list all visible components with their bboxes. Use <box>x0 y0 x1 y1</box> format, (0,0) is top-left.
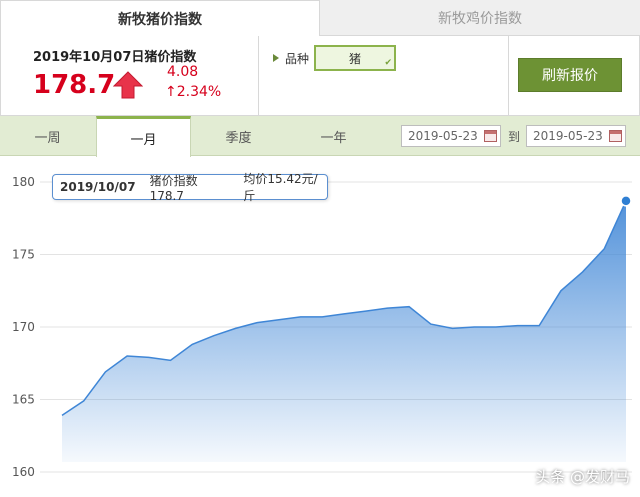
tooltip-index: 猪价指数178.7 <box>149 173 198 203</box>
date-range-separator: 到 <box>508 130 521 144</box>
end-date-input[interactable]: 2019-05-23 <box>526 125 626 147</box>
y-tick-label: 180 <box>12 175 35 189</box>
end-date-value: 2019-05-23 <box>533 129 603 143</box>
triangle-right-icon <box>273 54 279 62</box>
index-value: 178.7 <box>33 70 116 100</box>
calendar-icon[interactable] <box>609 130 622 142</box>
calendar-icon[interactable] <box>484 130 497 142</box>
variety-selector: 品种 猪 ✔ <box>259 36 509 115</box>
tab-pig-price-index[interactable]: 新牧猪价指数 <box>0 0 320 36</box>
change-percent: ↑2.34% <box>165 84 222 100</box>
refresh-price-button[interactable]: 刷新报价 <box>518 58 622 92</box>
tab-chicken-price-index[interactable]: 新牧鸡价指数 <box>320 0 640 36</box>
watermark: 头条 @发财马 <box>535 468 630 486</box>
period-tabs: 一周 一月 季度 一年 2019-05-23 2019-05-23 <box>0 116 640 157</box>
tooltip-average-price: 均价15.42元/斤 <box>243 172 318 203</box>
refresh-cell: 刷新报价 <box>509 36 640 115</box>
info-panel: 2019年10月07日猪价指数 178.7 4.08 ↑2.34% 品种 猪 ✔… <box>0 36 640 116</box>
y-tick-label: 170 <box>12 320 35 334</box>
change-absolute: 4.08 <box>167 64 199 80</box>
tab-one-year[interactable]: 一年 <box>286 116 381 156</box>
y-tick-label: 165 <box>12 393 35 407</box>
variety-label: 品种 <box>285 52 310 66</box>
price-chart: 180 175 170 165 160 <box>0 157 640 497</box>
area-fill <box>62 200 626 462</box>
variety-selected-value: 猪 <box>348 51 361 66</box>
price-chart-svg: 180 175 170 165 160 <box>12 175 632 479</box>
up-arrow-icon <box>113 71 143 99</box>
index-date-label: 2019年10月07日猪价指数 <box>33 50 197 65</box>
y-tick-label: 175 <box>12 248 35 262</box>
check-icon: ✔ <box>384 58 392 68</box>
tab-one-week[interactable]: 一周 <box>0 116 95 156</box>
variety-option-pig[interactable]: 猪 ✔ <box>314 45 396 71</box>
start-date-input[interactable]: 2019-05-23 <box>401 125 501 147</box>
start-date-value: 2019-05-23 <box>408 129 478 143</box>
price-summary: 2019年10月07日猪价指数 178.7 4.08 ↑2.34% <box>1 36 259 115</box>
tab-quarter[interactable]: 季度 <box>191 116 286 156</box>
index-tabs: 新牧猪价指数 新牧鸡价指数 <box>0 0 640 36</box>
chart-tooltip: 2019/10/07 猪价指数178.7 均价15.42元/斤 <box>52 172 328 203</box>
tab-one-month[interactable]: 一月 <box>96 116 191 157</box>
data-point-latest[interactable] <box>620 195 632 207</box>
tooltip-date: 2019/10/07 <box>60 180 136 194</box>
y-tick-label: 160 <box>12 465 35 479</box>
